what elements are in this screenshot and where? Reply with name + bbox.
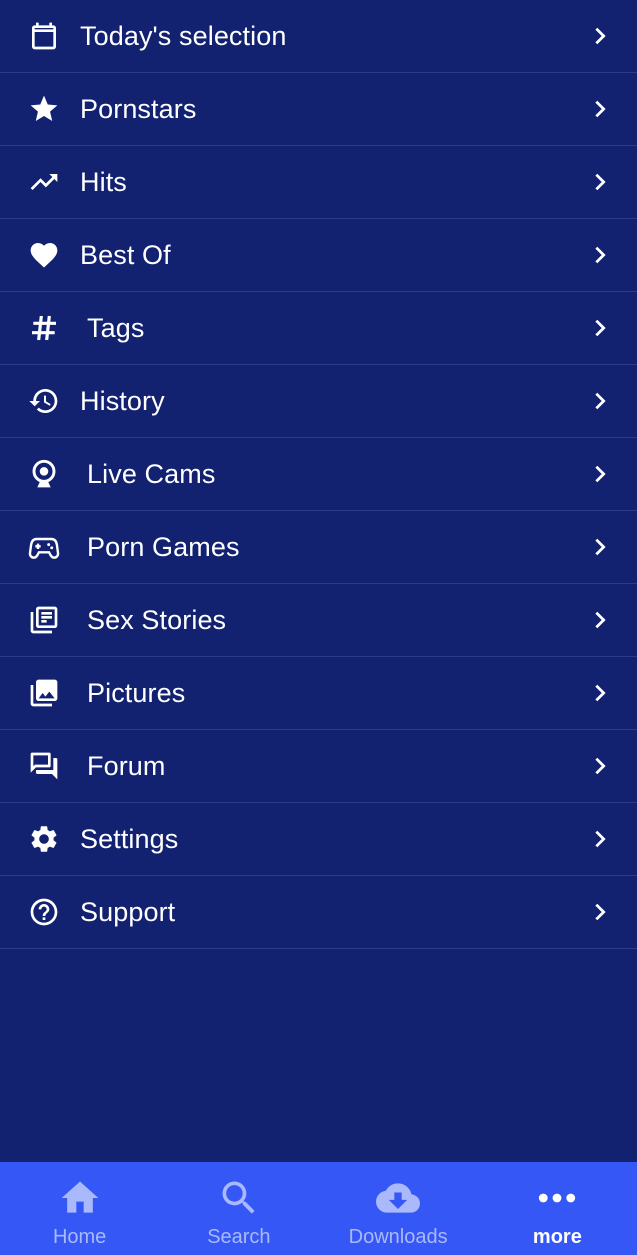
menu-item-label: Pornstars xyxy=(80,93,197,124)
chevron-right-icon xyxy=(595,830,606,848)
menu-item-best-of[interactable]: Best Of xyxy=(0,219,637,292)
heart-icon xyxy=(26,237,62,273)
chevron-right-icon xyxy=(595,27,606,45)
menu-item-label: Hits xyxy=(80,166,127,197)
menu-item-label: Live Cams xyxy=(87,458,216,489)
menu-item-label: History xyxy=(80,385,165,416)
chevron-right-icon xyxy=(595,611,606,629)
menu-list: Today's selection Pornstars Hits Best Of… xyxy=(0,0,637,949)
menu-item-sex-stories[interactable]: Sex Stories xyxy=(0,584,637,657)
menu-item-tags[interactable]: Tags xyxy=(0,292,637,365)
menu-item-settings[interactable]: Settings xyxy=(0,803,637,876)
tab-home[interactable]: Home xyxy=(0,1162,159,1255)
chevron-right-icon xyxy=(595,100,606,118)
menu-item-hits[interactable]: Hits xyxy=(0,146,637,219)
menu-item-label: Pictures xyxy=(87,677,186,708)
tab-downloads-label: Downloads xyxy=(348,1226,448,1248)
chevron-right-icon xyxy=(595,465,606,483)
calendar-icon xyxy=(26,18,62,54)
trending-up-icon xyxy=(26,164,62,200)
menu-item-label: Tags xyxy=(87,312,145,343)
article-icon xyxy=(26,602,62,638)
bottom-tab-bar: Home Search Downloads more xyxy=(0,1162,637,1255)
menu-item-label: Today's selection xyxy=(80,20,287,51)
menu-item-label: Support xyxy=(80,896,176,927)
menu-item-label: Best Of xyxy=(80,239,171,270)
gamepad-icon xyxy=(26,529,62,565)
history-icon xyxy=(26,383,62,419)
photo-library-icon xyxy=(26,675,62,711)
tab-more[interactable]: more xyxy=(478,1162,637,1255)
chevron-right-icon xyxy=(595,757,606,775)
star-icon xyxy=(26,91,62,127)
menu-item-history[interactable]: History xyxy=(0,365,637,438)
chevron-right-icon xyxy=(595,392,606,410)
home-icon xyxy=(61,1181,98,1213)
chevron-right-icon xyxy=(595,173,606,191)
menu-item-support[interactable]: Support xyxy=(0,876,637,949)
menu-item-porn-games[interactable]: Porn Games xyxy=(0,511,637,584)
tab-downloads[interactable]: Downloads xyxy=(319,1162,478,1255)
more-dots-icon xyxy=(539,1193,576,1203)
webcam-icon xyxy=(26,456,62,492)
menu-item-label: Settings xyxy=(80,823,179,854)
menu-item-label: Sex Stories xyxy=(87,604,227,635)
chevron-right-icon xyxy=(595,684,606,702)
menu-item-pornstars[interactable]: Pornstars xyxy=(0,73,637,146)
forum-icon xyxy=(26,748,62,784)
chevron-right-icon xyxy=(595,246,606,264)
menu-item-label: Porn Games xyxy=(87,531,240,562)
gear-icon xyxy=(26,821,62,857)
tab-search-label: Search xyxy=(207,1226,271,1248)
cloud-download-icon xyxy=(376,1183,421,1213)
tab-home-label: Home xyxy=(52,1226,107,1248)
chevron-right-icon xyxy=(595,903,606,921)
search-icon xyxy=(222,1181,255,1214)
menu-item-label: Forum xyxy=(87,750,166,781)
menu-item-todays-selection[interactable]: Today's selection xyxy=(0,0,637,73)
hashtag-icon xyxy=(26,310,62,346)
chevron-right-icon xyxy=(595,319,606,337)
tab-more-label: more xyxy=(532,1226,582,1248)
menu-item-forum[interactable]: Forum xyxy=(0,730,637,803)
help-circle-icon xyxy=(26,894,62,930)
menu-item-live-cams[interactable]: Live Cams xyxy=(0,438,637,511)
chevron-right-icon xyxy=(595,538,606,556)
menu-item-pictures[interactable]: Pictures xyxy=(0,657,637,730)
tab-search[interactable]: Search xyxy=(159,1162,318,1255)
